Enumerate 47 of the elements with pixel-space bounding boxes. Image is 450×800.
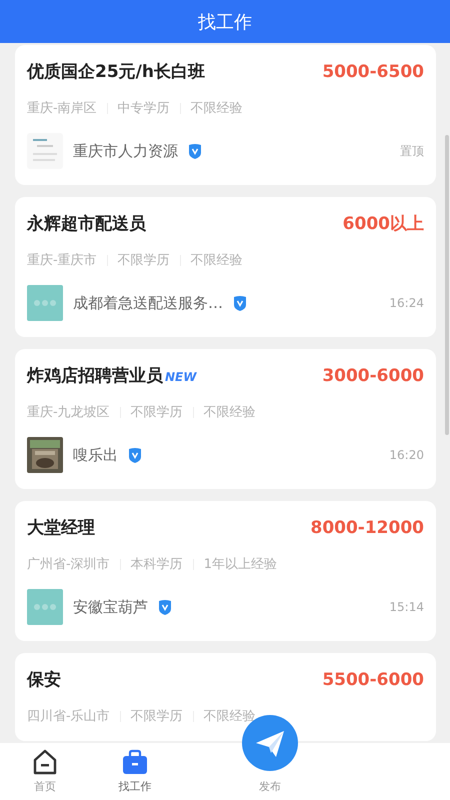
- job-title: 大堂经理: [27, 517, 95, 539]
- verified-badge-icon: [233, 295, 247, 311]
- job-card[interactable]: 大堂经理 8000-12000 广州省-深圳市 本科学历 1年以上经验 安徽宝葫芦 15:14: [15, 501, 436, 641]
- job-tag: 不限经验: [190, 99, 243, 117]
- job-title: 永辉超市配送员: [27, 213, 146, 235]
- company-name: 重庆市人力资源: [73, 142, 178, 160]
- job-tag: 1年以上经验: [204, 555, 277, 573]
- home-icon: [32, 749, 58, 775]
- job-card[interactable]: 优质国企25元/h长白班 5000-6500 重庆-南岸区 中专学历 不限经验 重庆市人力资源 置顶: [15, 45, 436, 185]
- post-time: 置顶: [400, 142, 424, 160]
- salary: 3000-6000: [322, 366, 424, 386]
- job-card[interactable]: 保安 5500-6000 四川省-乐山市 不限学历 不限经验: [15, 653, 436, 741]
- job-tag: 广州省-深圳市: [27, 555, 110, 573]
- salary: 6000以上: [342, 213, 424, 235]
- post-time: 16:20: [389, 448, 424, 462]
- post-time: 16:24: [389, 296, 424, 310]
- job-tag: 四川省-乐山市: [27, 707, 110, 725]
- job-title: 保安: [27, 669, 61, 691]
- job-card[interactable]: 永辉超市配送员 6000以上 重庆-重庆市 不限学历 不限经验 成都着急送配送服务… 16:24: [15, 197, 436, 337]
- job-tag: 重庆-重庆市: [27, 251, 97, 269]
- job-tag: 本科学历: [130, 555, 183, 573]
- company-name: 成都着急送配送服务…: [73, 294, 223, 312]
- job-tag: 不限经验: [204, 707, 256, 725]
- job-tag: 不限经验: [204, 403, 256, 421]
- company-name: 安徽宝葫芦: [73, 598, 148, 616]
- verified-badge-icon: [158, 599, 172, 615]
- salary: 5000-6500: [322, 62, 424, 82]
- job-title: 优质国企25元/h长白班: [27, 61, 205, 83]
- company-name: 嗖乐出: [73, 446, 118, 464]
- verified-badge-icon: [188, 143, 202, 159]
- job-tag: 重庆-九龙坡区: [27, 403, 110, 421]
- new-tag: NEW: [165, 370, 196, 384]
- nav-tab[interactable]: 找工作: [118, 749, 152, 794]
- salary: 8000-12000: [310, 518, 424, 538]
- job-title: 炸鸡店招聘营业员: [27, 365, 163, 387]
- job-tag: 不限学历: [130, 403, 183, 421]
- job-tag: 重庆-南岸区: [27, 99, 97, 117]
- job-card[interactable]: 炸鸡店招聘营业员NEW 3000-6000 重庆-九龙坡区 不限学历 不限经验 嗖乐出 16:20: [15, 349, 436, 489]
- page-title: 找工作: [198, 10, 252, 34]
- salary: 5500-6000: [322, 670, 424, 690]
- post-time: 15:14: [389, 600, 424, 614]
- job-tag: 中专学历: [118, 99, 170, 117]
- job-tag: 不限学历: [118, 251, 170, 269]
- briefcase-icon: [122, 749, 148, 775]
- job-tag: 不限学历: [130, 707, 183, 725]
- job-tag: 不限经验: [190, 251, 243, 269]
- verified-badge-icon: [128, 447, 142, 463]
